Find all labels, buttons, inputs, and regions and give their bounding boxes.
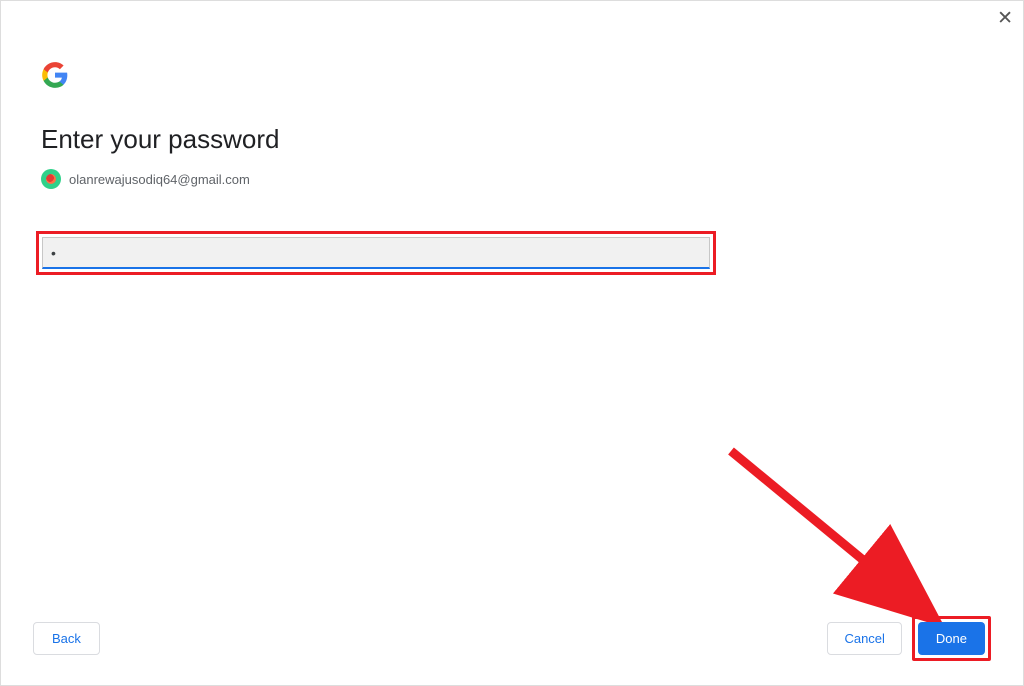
avatar [41,169,61,189]
back-button[interactable]: Back [33,622,100,655]
google-logo [41,61,983,124]
close-icon[interactable]: ✕ [997,9,1013,28]
page-title: Enter your password [41,124,983,155]
cancel-button[interactable]: Cancel [827,622,901,655]
footer-right: Cancel Done [827,616,991,661]
account-chip[interactable]: olanrewajusodiq64@gmail.com [41,169,983,189]
done-button[interactable]: Done [918,622,985,655]
footer: Back Cancel Done [1,616,1023,661]
annotation-highlight-input [36,231,716,275]
main-content: Enter your password olanrewajusodiq64@gm… [1,1,1023,275]
password-input[interactable] [42,237,710,269]
annotation-highlight-done: Done [912,616,991,661]
account-email: olanrewajusodiq64@gmail.com [69,172,250,187]
